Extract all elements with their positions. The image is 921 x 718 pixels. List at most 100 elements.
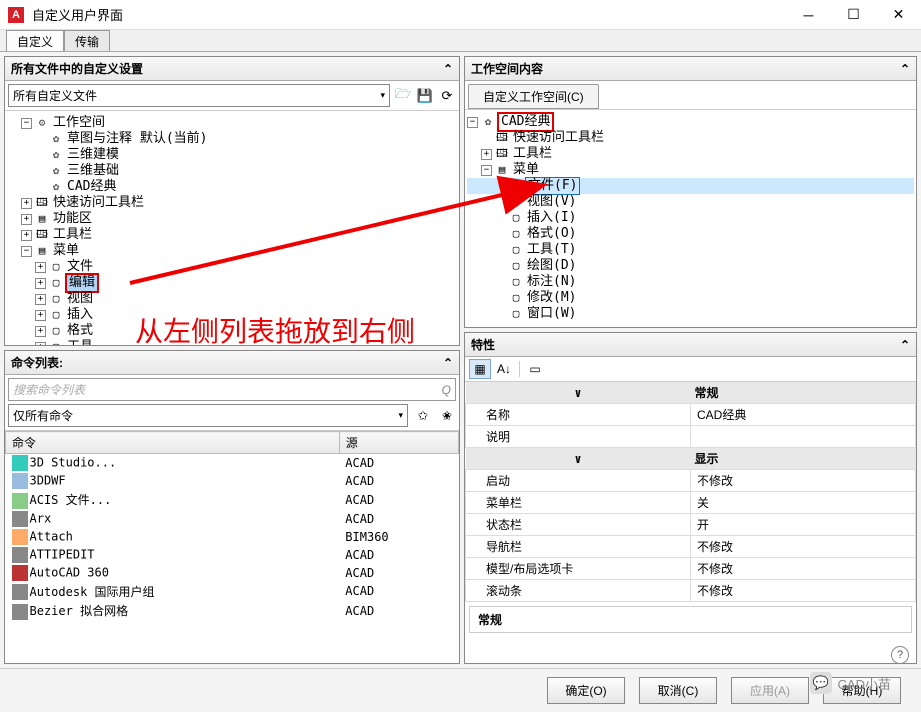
apply-button[interactable]: 应用(A)	[731, 677, 809, 704]
expand-toggle[interactable]: +	[35, 310, 46, 321]
table-row[interactable]: 名称CAD经典	[466, 404, 916, 426]
tree-label[interactable]: CAD经典	[65, 179, 118, 195]
tree-label-root[interactable]: CAD经典	[497, 112, 554, 132]
tree-label[interactable]: 菜单	[511, 162, 541, 178]
sync-icon[interactable]: ⟳	[438, 87, 456, 105]
prop-value[interactable]: 不修改	[691, 536, 916, 558]
command-search-input[interactable]: 搜索命令列表 Q	[8, 378, 456, 401]
prop-value[interactable]: 不修改	[691, 580, 916, 602]
tree-label[interactable]: 快速访问工具栏	[511, 130, 606, 146]
table-row[interactable]: 菜单栏关	[466, 492, 916, 514]
prop-value[interactable]: 开	[691, 514, 916, 536]
table-row[interactable]: 启动不修改	[466, 470, 916, 492]
tree-label[interactable]: 插入(I)	[525, 210, 578, 226]
expand-toggle[interactable]: ∨	[466, 448, 691, 470]
tree-body[interactable]: −⚙工作空间 ✿草图与注释 默认(当前) ✿三维建模 ✿三维基础 ✿CAD经典 …	[5, 111, 459, 345]
tab-customize-workspace[interactable]: 自定义工作空间(C)	[468, 84, 599, 109]
prop-value[interactable]: 不修改	[691, 558, 916, 580]
command-table-wrap[interactable]: 命令 源 3D Studio...ACAD3DDWFACADACIS 文件...…	[5, 430, 459, 663]
collapse-icon[interactable]: ⌃	[900, 62, 910, 76]
workspace-tree-body[interactable]: −✿CAD经典 🖽快速访问工具栏 +🖽工具栏 −▤菜单 ▢文件(F) ▢视图(V…	[465, 109, 916, 327]
table-row[interactable]: Bezier 拟合网格ACAD	[6, 601, 459, 621]
save-icon[interactable]: 💾	[416, 87, 434, 105]
prop-value[interactable]	[691, 426, 916, 448]
tree-label[interactable]: 工具(T)	[525, 242, 578, 258]
tree-label[interactable]: 文件(F)	[525, 177, 580, 195]
expand-toggle[interactable]: −	[21, 118, 32, 129]
open-icon[interactable]: 🗁	[394, 87, 412, 105]
tree-label[interactable]: 格式(O)	[525, 226, 578, 242]
categorized-view-icon[interactable]: ▦	[469, 359, 491, 379]
expand-toggle[interactable]: +	[35, 278, 46, 289]
table-row[interactable]: 模型/布局选项卡不修改	[466, 558, 916, 580]
star-icon[interactable]: ✩	[414, 407, 432, 425]
tree-label[interactable]: 视图(V)	[525, 194, 578, 210]
expand-toggle[interactable]: +	[35, 342, 46, 346]
clear-icon[interactable]: Q	[442, 383, 451, 397]
cancel-button[interactable]: 取消(C)	[639, 677, 717, 704]
star-add-icon[interactable]: ✬	[438, 407, 456, 425]
tree-label[interactable]: 绘图(D)	[525, 258, 578, 274]
tab-transfer[interactable]: 传输	[64, 30, 110, 51]
tree-label[interactable]: 窗口(W)	[525, 306, 578, 322]
table-row[interactable]: 状态栏开	[466, 514, 916, 536]
table-row[interactable]: Autodesk 国际用户组ACAD	[6, 582, 459, 602]
expand-toggle[interactable]: +	[21, 230, 32, 241]
tree-label[interactable]: 工具	[65, 339, 95, 345]
tree-label[interactable]: 插入	[65, 307, 95, 323]
expand-toggle[interactable]: −	[21, 246, 32, 257]
table-row[interactable]: ACIS 文件...ACAD	[6, 490, 459, 510]
tree-label[interactable]: 草图与注释 默认(当前)	[65, 131, 209, 147]
tree-label[interactable]: 功能区	[51, 211, 94, 227]
expand-toggle[interactable]: +	[21, 214, 32, 225]
props-page-icon[interactable]: ▭	[524, 359, 546, 379]
collapse-icon[interactable]: ⌃	[900, 338, 910, 352]
tab-customize[interactable]: 自定义	[6, 30, 64, 51]
tree-label[interactable]: 工具栏	[511, 146, 554, 162]
alphabetical-view-icon[interactable]: A↓	[493, 359, 515, 379]
table-row[interactable]: 3D Studio...ACAD	[6, 454, 459, 473]
tree-label[interactable]: 工具栏	[51, 227, 94, 243]
tree-label[interactable]: 快速访问工具栏	[51, 195, 146, 211]
table-row[interactable]: ArxACAD	[6, 510, 459, 528]
tree-label[interactable]: 格式	[65, 323, 95, 339]
table-row[interactable]: 滚动条不修改	[466, 580, 916, 602]
col-command[interactable]: 命令	[6, 432, 340, 454]
table-row[interactable]: 导航栏不修改	[466, 536, 916, 558]
customization-file-dropdown[interactable]: 所有自定义文件 ▾	[8, 84, 390, 107]
collapse-icon[interactable]: ⌃	[443, 356, 453, 370]
customization-tree[interactable]: −⚙工作空间 ✿草图与注释 默认(当前) ✿三维建模 ✿三维基础 ✿CAD经典 …	[5, 111, 459, 345]
collapse-icon[interactable]: ⌃	[443, 62, 453, 76]
tree-label[interactable]: 菜单	[51, 243, 81, 259]
expand-toggle[interactable]: +	[35, 294, 46, 305]
minimize-button[interactable]: ─	[786, 0, 831, 30]
expand-toggle[interactable]: +	[35, 262, 46, 273]
expand-toggle[interactable]: −	[481, 165, 492, 176]
close-button[interactable]: ✕	[876, 0, 921, 30]
tree-label-edit[interactable]: 编辑	[65, 273, 99, 293]
table-row[interactable]: AttachBIM360	[6, 528, 459, 546]
ok-button[interactable]: 确定(O)	[547, 677, 625, 704]
help-icon[interactable]: ?	[891, 646, 909, 664]
expand-toggle[interactable]: +	[35, 326, 46, 337]
tree-label[interactable]: 三维建模	[65, 147, 121, 163]
tree-label[interactable]: 标注(N)	[525, 274, 578, 290]
tree-label[interactable]: 工作空间	[51, 115, 107, 131]
command-filter-dropdown[interactable]: 仅所有命令 ▾	[8, 404, 408, 427]
prop-value[interactable]: 不修改	[691, 470, 916, 492]
tree-label[interactable]: 视图	[65, 291, 95, 307]
tree-label[interactable]: 修改(M)	[525, 290, 578, 306]
prop-value[interactable]: 关	[691, 492, 916, 514]
table-row[interactable]: AutoCAD 360ACAD	[6, 564, 459, 582]
expand-toggle[interactable]: +	[21, 198, 32, 209]
expand-toggle[interactable]: +	[481, 149, 492, 160]
table-row[interactable]: ATTIPEDITACAD	[6, 546, 459, 564]
tree-label[interactable]: 三维基础	[65, 163, 121, 179]
col-source[interactable]: 源	[339, 432, 458, 454]
expand-toggle[interactable]: ∨	[466, 382, 691, 404]
table-row[interactable]: 说明	[466, 426, 916, 448]
expand-toggle[interactable]: −	[467, 117, 478, 128]
workspace-tree[interactable]: −✿CAD经典 🖽快速访问工具栏 +🖽工具栏 −▤菜单 ▢文件(F) ▢视图(V…	[465, 110, 916, 326]
maximize-button[interactable]: ☐	[831, 0, 876, 30]
table-row[interactable]: 3DDWFACAD	[6, 472, 459, 490]
